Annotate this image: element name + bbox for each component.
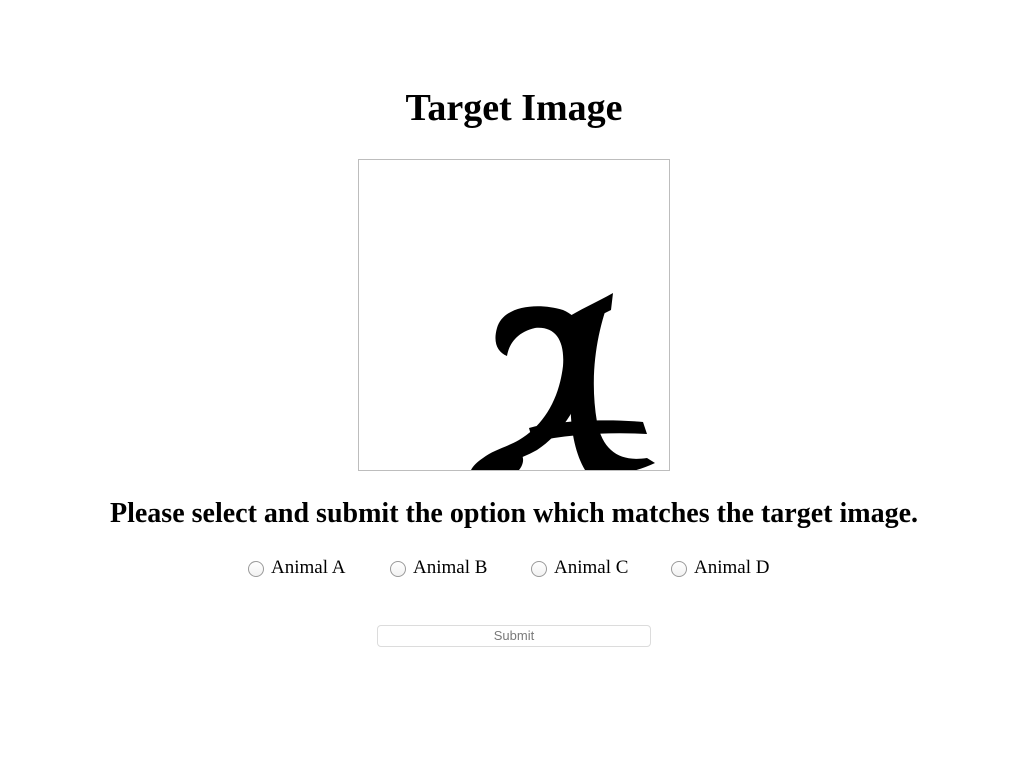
option-label: Animal A	[271, 557, 346, 578]
radio-button[interactable]	[671, 560, 687, 577]
option-animal-b[interactable]: Animal B	[390, 556, 487, 580]
option-animal-d[interactable]: Animal D	[671, 556, 769, 580]
radio-button[interactable]	[390, 560, 406, 577]
page: Target Image Please select and submit th…	[0, 0, 1024, 768]
options-radio-group: Animal A Animal B Animal C Animal D	[0, 556, 1024, 580]
option-label: Animal B	[413, 557, 488, 578]
option-animal-c[interactable]: Animal C	[531, 556, 628, 580]
glyph-left-bowl	[471, 306, 588, 470]
radio-button[interactable]	[531, 560, 547, 577]
option-label: Animal C	[554, 557, 629, 578]
radio-button[interactable]	[248, 560, 264, 577]
target-glyph-image	[471, 293, 655, 470]
page-title: Target Image	[405, 87, 623, 129]
option-animal-a[interactable]: Animal A	[248, 556, 345, 580]
target-image	[358, 159, 670, 471]
option-label: Animal D	[694, 557, 770, 578]
submit-button[interactable]: Submit	[377, 625, 651, 647]
instruction-text: Please select and submit the option whic…	[109, 498, 918, 529]
